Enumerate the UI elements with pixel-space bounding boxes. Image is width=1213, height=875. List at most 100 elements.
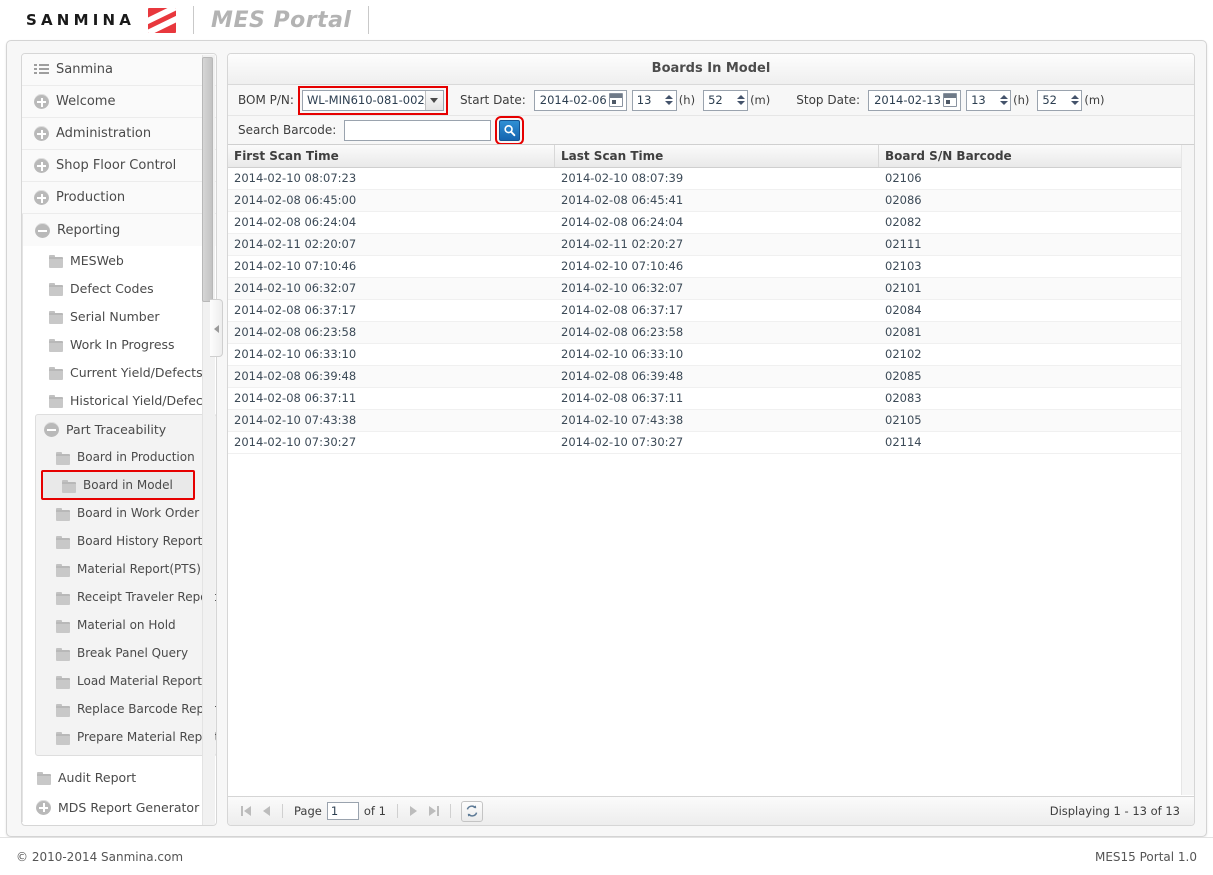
stepper-down-icon[interactable]	[665, 101, 674, 105]
folder-icon	[49, 310, 63, 324]
version-text: MES15 Portal 1.0	[1094, 849, 1197, 864]
table-cell: 2014-02-10 06:32:07	[234, 281, 357, 295]
stepper-buttons[interactable]	[663, 91, 676, 110]
sidebar-item-administration[interactable]: Administration	[22, 118, 216, 150]
column-header-board-sn-barcode[interactable]: Board S/N Barcode	[879, 145, 1183, 167]
sidebar-item-board-history-report[interactable]: Board History Report	[36, 527, 216, 555]
sidebar-item-label: Sanmina	[56, 62, 113, 77]
table-cell: 2014-02-08 06:23:58	[234, 325, 357, 339]
sidebar-item-part-traceability[interactable]: Part Traceability	[36, 415, 216, 443]
table-row[interactable]: 2014-02-08 06:24:04 2014-02-08 06:24:04 02…	[228, 212, 1194, 234]
sidebar-item-mesweb[interactable]: MESWeb	[23, 246, 216, 274]
sidebar-item-production[interactable]: Production	[22, 182, 216, 214]
bom-pn-label: BOM P/N:	[238, 93, 294, 107]
stop-date-field[interactable]: 2014-02-13	[868, 89, 962, 111]
last-page-button[interactable]	[424, 801, 444, 821]
sidebar-collapse-handle[interactable]	[210, 299, 223, 357]
table-row[interactable]: 2014-02-10 08:07:23 2014-02-10 08:07:39 02…	[228, 168, 1194, 190]
stepper-up-icon[interactable]	[999, 95, 1008, 99]
sidebar-item-load-material-report[interactable]: Load Material Report	[36, 667, 216, 695]
sidebar-item-material-on-hold[interactable]: Material on Hold	[36, 611, 216, 639]
table-row[interactable]: 2014-02-10 07:10:46 2014-02-10 07:10:46 02…	[228, 256, 1194, 278]
sidebar-item-prepare-material-report[interactable]: Prepare Material Report	[36, 723, 216, 751]
page-label: Page	[294, 804, 322, 818]
sidebar-item-defect-codes[interactable]: Defect Codes	[23, 274, 216, 302]
start-hour-stepper[interactable]: 13	[631, 89, 677, 111]
start-minute-stepper[interactable]: 52	[703, 89, 749, 111]
sidebar-item-label: Board History Report	[77, 534, 203, 548]
sidebar-item-label: Work In Progress	[70, 336, 175, 352]
page-of-label: of 1	[363, 804, 386, 818]
start-date-field[interactable]: 2014-02-06	[533, 89, 627, 111]
table-row[interactable]: 2014-02-08 06:23:58 2014-02-08 06:23:58 02…	[228, 322, 1194, 344]
prev-page-button[interactable]	[256, 801, 276, 821]
sidebar-scrollbar-thumb[interactable]	[202, 57, 213, 302]
stepper-up-icon[interactable]	[736, 95, 745, 99]
sidebar-item-serial-number[interactable]: Serial Number	[23, 302, 216, 330]
grid-scrollbar-track[interactable]	[1181, 145, 1194, 795]
table-cell: 2014-02-10 07:10:46	[234, 259, 357, 273]
bom-pn-select[interactable]: WL-MIN610-081-002/12	[297, 85, 448, 115]
table-row[interactable]: 2014-02-10 06:33:10 2014-02-10 06:33:10 02…	[228, 344, 1194, 366]
search-button[interactable]	[495, 115, 525, 145]
refresh-button[interactable]	[460, 800, 483, 822]
sidebar-item-material-report-pts[interactable]: Material Report(PTS)	[36, 555, 216, 583]
table-row[interactable]: 2014-02-10 07:43:38 2014-02-10 07:43:38 02…	[228, 410, 1194, 432]
stepper-down-icon[interactable]	[736, 101, 745, 105]
results-grid: First Scan Time Last Scan Time Board S/N…	[228, 144, 1194, 795]
sidebar-item-board-in-work-order[interactable]: Board in Work Order	[36, 499, 216, 527]
table-cell: 02106	[885, 171, 922, 185]
filter-row-barcode: Search Barcode:	[228, 115, 1194, 145]
table-row[interactable]: 2014-02-08 06:39:48 2014-02-08 06:39:48 02…	[228, 366, 1194, 388]
sidebar-item-replace-barcode-report[interactable]: Replace Barcode Report	[36, 695, 216, 723]
sidebar-item-board-in-model[interactable]: Board in Model	[41, 470, 195, 500]
table-row[interactable]: 2014-02-08 06:37:11 2014-02-08 06:37:11 02…	[228, 388, 1194, 410]
bom-pn-value: WL-MIN610-081-002/12	[306, 93, 425, 107]
column-header-last-scan-time[interactable]: Last Scan Time	[555, 145, 879, 167]
sidebar-item-mds-report-generator[interactable]: MDS Report Generator	[23, 792, 216, 822]
folder-icon	[49, 282, 63, 296]
stepper-buttons[interactable]	[734, 91, 747, 110]
folder-icon	[62, 479, 76, 493]
sidebar-item-receipt-traveler-report[interactable]: Receipt Traveler Report(P	[36, 583, 216, 611]
stepper-up-icon[interactable]	[665, 95, 674, 99]
stepper-buttons[interactable]	[1068, 91, 1081, 110]
sidebar-item-current-yield-defects[interactable]: Current Yield/Defects	[23, 358, 216, 386]
chevron-down-icon[interactable]	[424, 90, 443, 110]
stop-hour-stepper[interactable]: 13	[966, 89, 1012, 111]
sidebar-item-sanmina[interactable]: Sanmina	[22, 54, 216, 86]
table-row[interactable]: 2014-02-10 07:30:27 2014-02-10 07:30:27 02…	[228, 432, 1194, 454]
table-cell: 2014-02-10 08:07:23	[234, 171, 357, 185]
table-cell: 2014-02-08 06:37:11	[234, 391, 357, 405]
table-row[interactable]: 2014-02-08 06:45:00 2014-02-08 06:45:41 02…	[228, 190, 1194, 212]
sidebar-item-work-in-progress[interactable]: Work In Progress	[23, 330, 216, 358]
stop-date-value: 2014-02-13	[874, 93, 941, 107]
sidebar-item-board-in-production[interactable]: Board in Production	[36, 443, 216, 471]
sidebar-item-audit-report[interactable]: Audit Report	[23, 762, 216, 792]
calendar-icon[interactable]	[943, 93, 958, 107]
search-barcode-input[interactable]	[344, 119, 492, 141]
sidebar-scrollbar-track[interactable]	[202, 55, 215, 825]
table-row[interactable]: 2014-02-11 02:20:07 2014-02-11 02:20:27 02…	[228, 234, 1194, 256]
sidebar-item-reporting[interactable]: Reporting	[23, 214, 216, 246]
stepper-down-icon[interactable]	[1070, 101, 1079, 105]
stepper-up-icon[interactable]	[1070, 95, 1079, 99]
table-cell: 2014-02-08 06:45:41	[561, 193, 684, 207]
sidebar-item-break-panel-query[interactable]: Break Panel Query	[36, 639, 216, 667]
sidebar-item-historical-yield-defects[interactable]: Historical Yield/Defects	[23, 386, 216, 414]
table-cell: 2014-02-10 06:33:10	[561, 347, 684, 361]
calendar-icon[interactable]	[608, 93, 623, 107]
divider	[396, 804, 398, 818]
stop-minute-stepper[interactable]: 52	[1037, 89, 1083, 111]
sidebar-item-label: Prepare Material Report	[77, 730, 216, 744]
table-row[interactable]: 2014-02-08 06:37:17 2014-02-08 06:37:17 02…	[228, 300, 1194, 322]
sidebar-item-shop-floor-control[interactable]: Shop Floor Control	[22, 150, 216, 182]
table-row[interactable]: 2014-02-10 06:32:07 2014-02-10 06:32:07 02…	[228, 278, 1194, 300]
page-number-input[interactable]	[326, 802, 359, 820]
stepper-buttons[interactable]	[997, 91, 1010, 110]
column-header-first-scan-time[interactable]: First Scan Time	[228, 145, 555, 167]
stepper-down-icon[interactable]	[999, 101, 1008, 105]
next-page-button[interactable]	[404, 801, 424, 821]
sidebar-item-welcome[interactable]: Welcome	[22, 86, 216, 118]
first-page-button[interactable]	[236, 801, 256, 821]
